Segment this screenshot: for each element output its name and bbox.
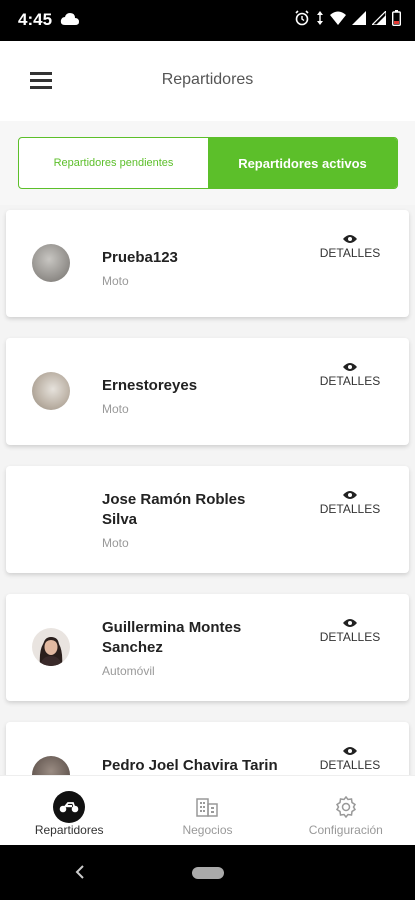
- avatar: [32, 628, 70, 666]
- details-label: DETALLES: [319, 502, 381, 516]
- driver-name: Prueba123: [102, 249, 178, 266]
- details-button[interactable]: DETALLES: [315, 746, 385, 772]
- bottom-nav: Repartidores Negocios Configuración: [0, 775, 415, 845]
- avatar: [32, 372, 70, 410]
- nav-label: Configuración: [308, 823, 383, 837]
- status-icons: [294, 10, 401, 26]
- driver-vehicle: Automóvil: [102, 664, 155, 678]
- alarm-icon: [295, 10, 309, 26]
- avatar: [32, 756, 70, 775]
- driver-vehicle: Moto: [102, 274, 129, 288]
- driver-card[interactable]: Pedro Joel Chavira Tarin DETALLES: [6, 722, 409, 775]
- driver-name: Ernestoreyes: [102, 377, 198, 394]
- driver-card[interactable]: Prueba123 Moto DETALLES: [6, 210, 409, 317]
- signal-icon: [352, 11, 366, 25]
- details-button[interactable]: DETALLES: [315, 234, 385, 260]
- scooter-icon: [53, 791, 86, 823]
- battery-low-icon: [392, 10, 401, 26]
- system-nav-bar: [0, 845, 415, 900]
- driver-name: Guillermina Montes Sanchez: [102, 619, 242, 656]
- driver-card[interactable]: Jose Ramón Robles Silva Moto DETALLES: [6, 466, 409, 573]
- driver-name: Pedro Joel Chavira Tarin: [102, 757, 278, 774]
- wifi-icon: [330, 11, 346, 25]
- tab-active-drivers[interactable]: Repartidores activos: [208, 138, 397, 188]
- details-button[interactable]: DETALLES: [315, 490, 385, 516]
- nav-configuracion[interactable]: Configuración: [277, 776, 415, 845]
- details-button[interactable]: DETALLES: [315, 618, 385, 644]
- driver-vehicle: Moto: [102, 536, 129, 550]
- home-pill[interactable]: [192, 867, 224, 879]
- tabs-container: Repartidores pendientes Repartidores act…: [0, 121, 415, 205]
- eye-icon: [343, 491, 357, 499]
- eye-icon: [343, 363, 357, 371]
- data-arrows-icon: [317, 11, 323, 25]
- woman-photo-icon: [39, 637, 63, 666]
- details-label: DETALLES: [319, 374, 381, 388]
- signal-2-icon: [372, 11, 386, 25]
- app-bar: Repartidores: [0, 41, 415, 121]
- cloud-icon: [60, 13, 79, 25]
- back-icon[interactable]: [75, 865, 85, 879]
- nav-repartidores[interactable]: Repartidores: [0, 776, 138, 845]
- driver-vehicle: Moto: [102, 402, 129, 416]
- nav-label: Negocios: [182, 823, 233, 837]
- details-label: DETALLES: [319, 758, 381, 772]
- eye-icon: [343, 235, 357, 243]
- tab-pending-drivers[interactable]: Repartidores pendientes: [19, 138, 208, 188]
- driver-card[interactable]: Guillermina Montes Sanchez Automóvil DET…: [6, 594, 409, 701]
- details-label: DETALLES: [319, 246, 381, 260]
- segmented-control: Repartidores pendientes Repartidores act…: [18, 137, 398, 189]
- driver-name: Jose Ramón Robles Silva: [102, 491, 246, 528]
- status-bar: 4:45: [0, 0, 415, 41]
- avatar: [32, 244, 70, 282]
- gear-icon: [335, 796, 356, 818]
- building-icon: [196, 798, 219, 817]
- driver-card[interactable]: Ernestoreyes Moto DETALLES: [6, 338, 409, 445]
- eye-icon: [343, 747, 357, 755]
- eye-icon: [343, 619, 357, 627]
- details-label: DETALLES: [319, 630, 381, 644]
- driver-list: Prueba123 Moto DETALLES Ernestoreyes Mot…: [0, 205, 415, 775]
- status-time: 4:45: [18, 10, 53, 29]
- nav-label: Repartidores: [34, 823, 104, 837]
- page-title: Repartidores: [161, 71, 254, 88]
- details-button[interactable]: DETALLES: [315, 362, 385, 388]
- nav-negocios[interactable]: Negocios: [138, 776, 276, 845]
